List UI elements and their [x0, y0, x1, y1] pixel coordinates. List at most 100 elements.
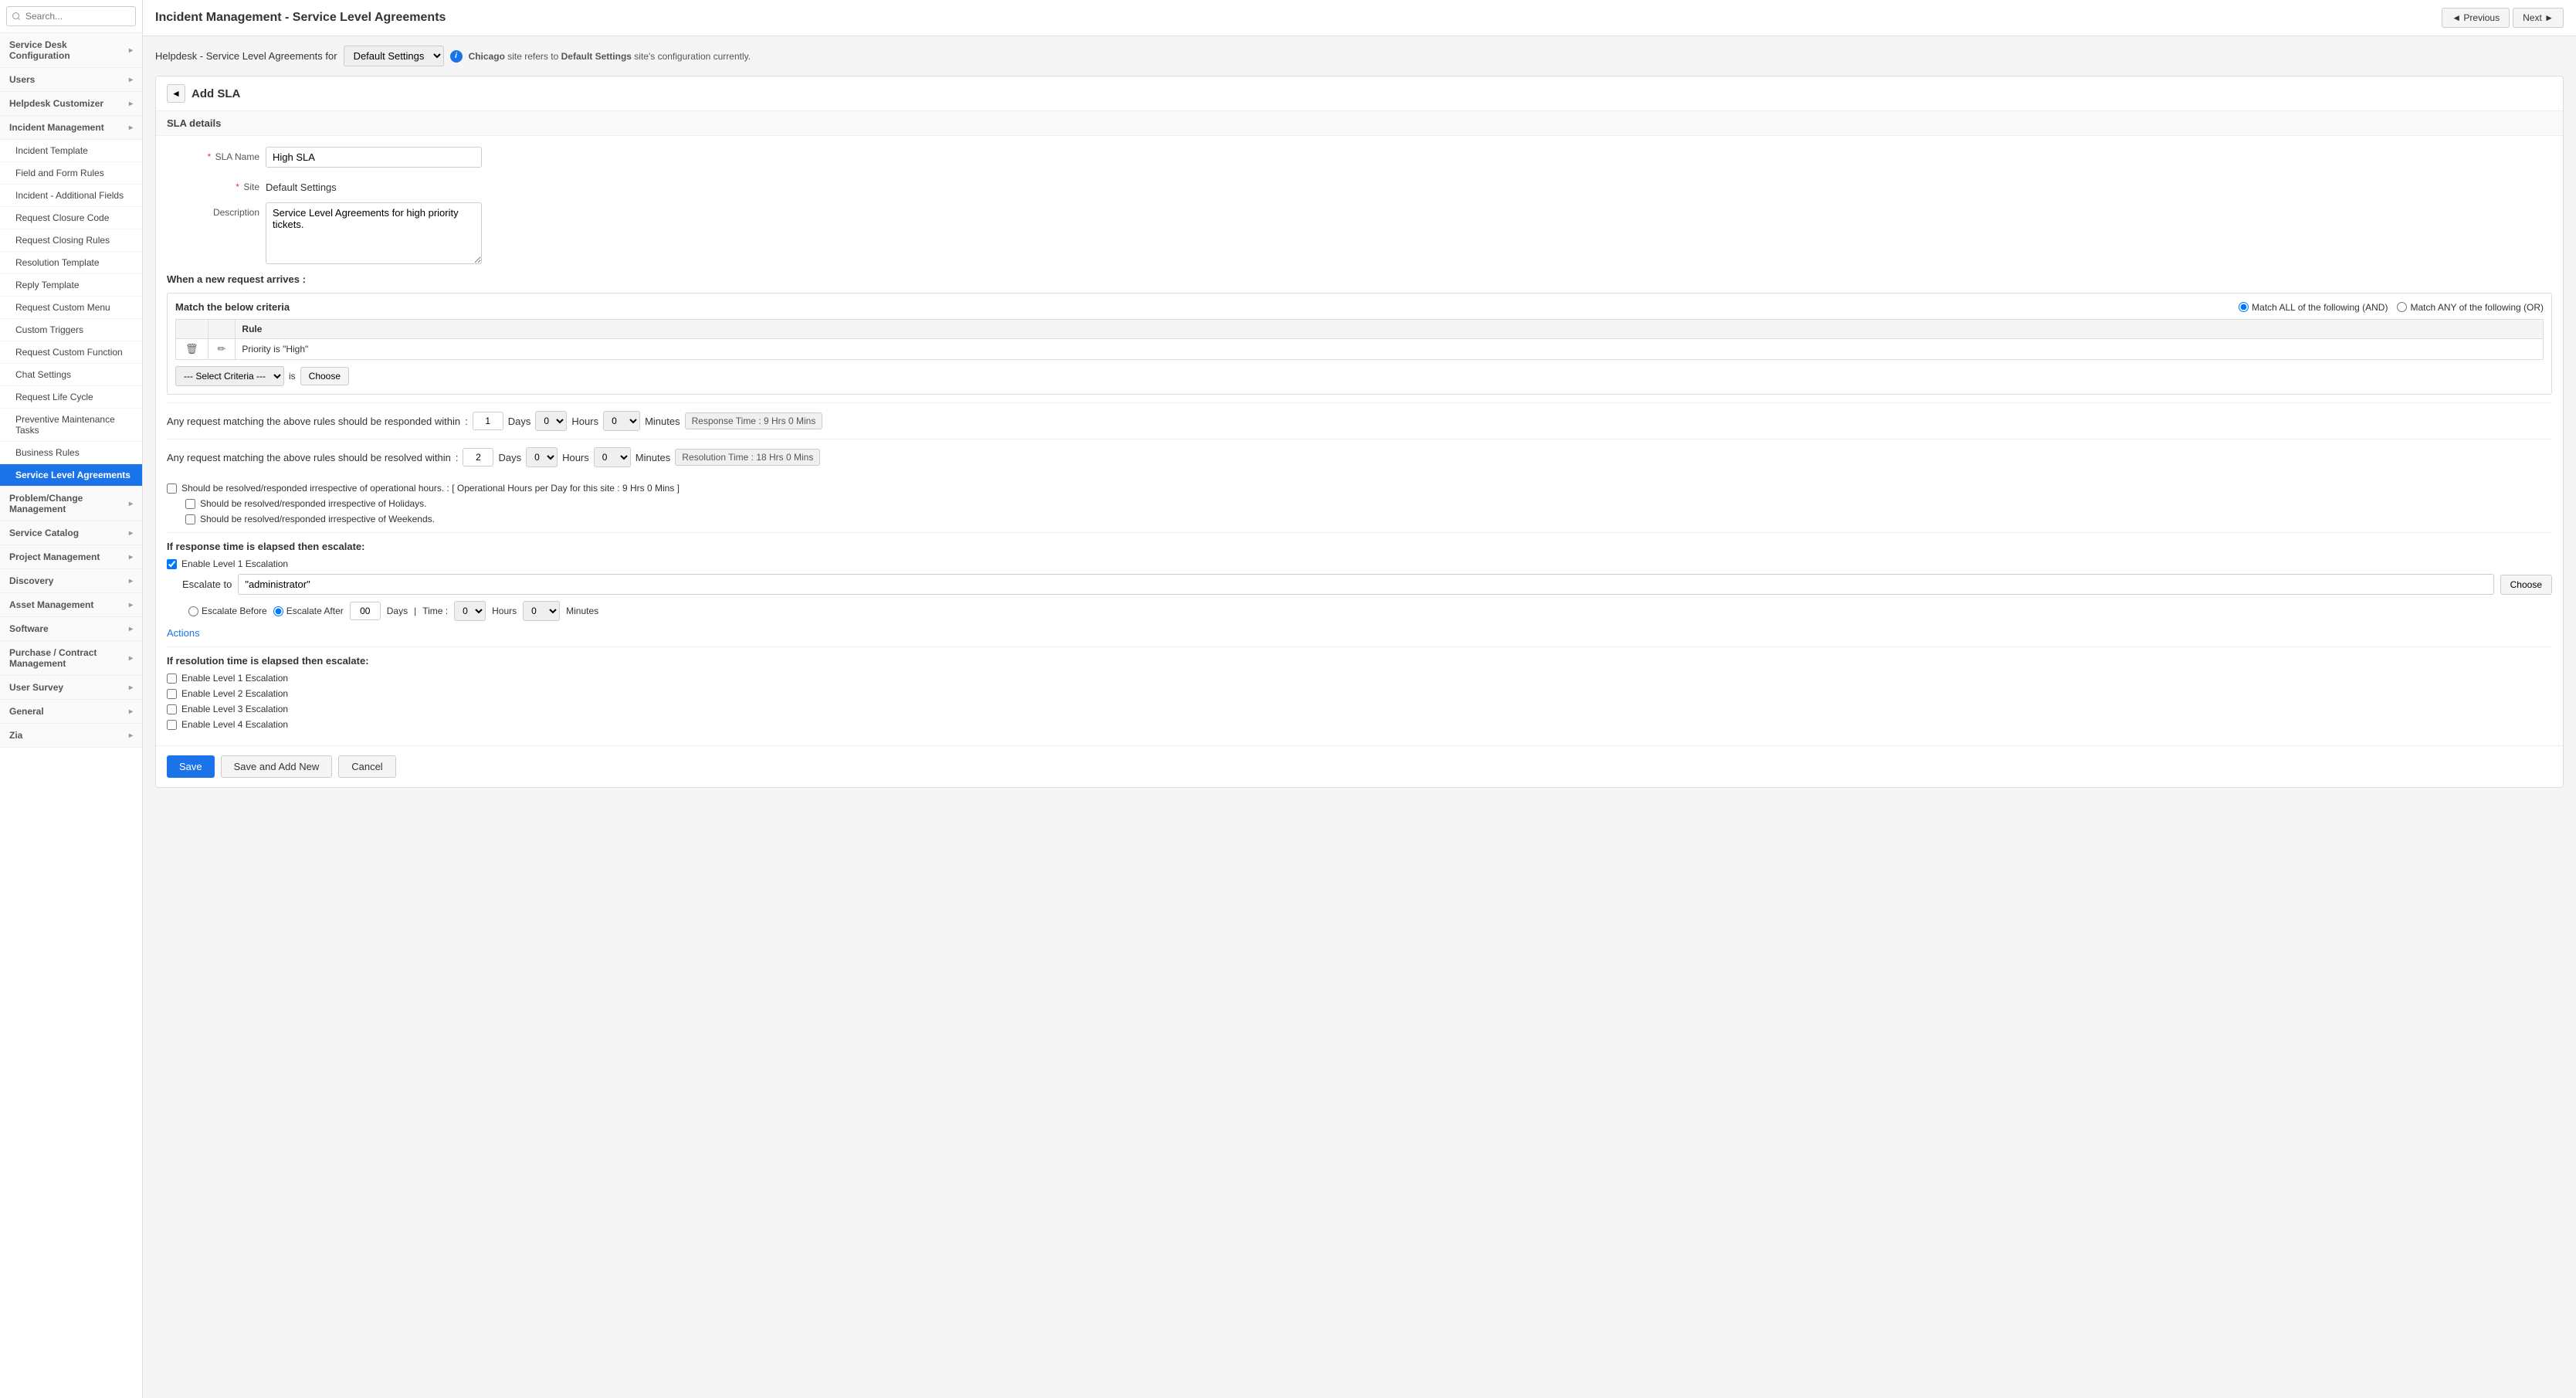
sidebar-subitem-request-custom-menu[interactable]: Request Custom Menu — [0, 297, 142, 319]
escalate-after-label[interactable]: Escalate After — [273, 606, 344, 616]
criteria-header: Match the below criteria Match ALL of th… — [175, 301, 2544, 313]
criteria-col2 — [208, 320, 236, 339]
sidebar-subitem-request-custom-function[interactable]: Request Custom Function — [0, 341, 142, 364]
sidebar-item-general[interactable]: General▸ — [0, 700, 142, 724]
holidays-checkbox[interactable] — [185, 499, 195, 509]
sidebar-subitem-label-resolution-template: Resolution Template — [15, 257, 100, 268]
enable-level3-resolution-checkbox[interactable] — [167, 704, 177, 714]
enable-level3-resolution-row: Enable Level 3 Escalation — [167, 704, 2552, 714]
enable-level1-resolution-checkbox[interactable] — [167, 674, 177, 684]
escalate-choose-button[interactable]: Choose — [2500, 575, 2552, 595]
sidebar-item-project-management[interactable]: Project Management▸ — [0, 545, 142, 569]
page-title: Incident Management - Service Level Agre… — [155, 11, 446, 25]
respond-days-input[interactable] — [473, 412, 503, 430]
criteria-edit-icon[interactable]: ✏ — [208, 339, 236, 360]
escalate-to-input[interactable] — [238, 574, 2493, 595]
choose-button[interactable]: Choose — [300, 367, 349, 385]
sidebar-subitem-preventive-maintenance-tasks[interactable]: Preventive Maintenance Tasks — [0, 409, 142, 442]
sidebar-subitem-label-preventive-maintenance-tasks: Preventive Maintenance Tasks — [15, 414, 115, 436]
match-all-label[interactable]: Match ALL of the following (AND) — [2239, 302, 2388, 313]
sidebar-subitem-resolution-template[interactable]: Resolution Template — [0, 252, 142, 274]
resolve-days-input[interactable] — [463, 448, 493, 467]
add-sla-title: Add SLA — [192, 87, 240, 100]
sidebar-subitem-service-level-agreements[interactable]: Service Level Agreements — [0, 464, 142, 487]
chevron-icon: ▸ — [129, 707, 133, 716]
respond-minutes-select[interactable]: 0153045 — [603, 411, 640, 431]
criteria-section: Match the below criteria Match ALL of th… — [167, 293, 2552, 395]
sidebar-subitem-label-field-form-rules: Field and Form Rules — [15, 168, 104, 178]
previous-button[interactable]: ◄ Previous — [2442, 8, 2510, 28]
sidebar-subitem-custom-triggers[interactable]: Custom Triggers — [0, 319, 142, 341]
site-dropdown[interactable]: Default Settings — [344, 46, 444, 66]
edit-icon[interactable]: ✏ — [215, 341, 229, 356]
sidebar-subitem-incident-template[interactable]: Incident Template — [0, 140, 142, 162]
search-input[interactable] — [6, 6, 136, 26]
sidebar-item-label-zia: Zia — [9, 730, 22, 741]
select-criteria-dropdown[interactable]: --- Select Criteria --- — [175, 366, 284, 386]
sidebar-subitem-request-life-cycle[interactable]: Request Life Cycle — [0, 386, 142, 409]
description-textarea[interactable]: Service Level Agreements for high priori… — [266, 202, 482, 264]
enable-level1-response-label: Enable Level 1 Escalation — [181, 558, 288, 569]
is-label: is — [289, 371, 296, 382]
sidebar-subitem-label-request-custom-menu: Request Custom Menu — [15, 302, 110, 313]
escalate-after-radio[interactable] — [273, 606, 283, 616]
response-escalation-section: If response time is elapsed then escalat… — [167, 532, 2552, 646]
sidebar-item-asset-management[interactable]: Asset Management▸ — [0, 593, 142, 617]
sidebar-item-problem-change-management[interactable]: Problem/Change Management▸ — [0, 487, 142, 521]
sidebar-item-service-catalog[interactable]: Service Catalog▸ — [0, 521, 142, 545]
enable-level4-resolution-checkbox[interactable] — [167, 720, 177, 730]
enable-level1-response-checkbox[interactable] — [167, 559, 177, 569]
chevron-icon: ▸ — [129, 76, 133, 84]
match-any-label[interactable]: Match ANY of the following (OR) — [2397, 302, 2544, 313]
save-and-add-new-button[interactable]: Save and Add New — [221, 755, 333, 778]
enable-level2-resolution-label: Enable Level 2 Escalation — [181, 688, 288, 699]
resolve-minutes-select[interactable]: 0153045 — [594, 447, 631, 467]
sidebar-item-purchase-contract[interactable]: Purchase / Contract Management▸ — [0, 641, 142, 676]
sidebar-subitem-request-closure-code[interactable]: Request Closure Code — [0, 207, 142, 229]
sidebar-item-label-purchase-contract: Purchase / Contract Management — [9, 647, 129, 669]
sidebar-item-incident-management[interactable]: Incident Management▸ — [0, 116, 142, 140]
sidebar-item-service-desk-config[interactable]: Service Desk Configuration▸ — [0, 33, 142, 68]
sidebar-item-label-users: Users — [9, 74, 35, 85]
sidebar-subitem-business-rules[interactable]: Business Rules — [0, 442, 142, 464]
sidebar-item-users[interactable]: Users ▸ — [0, 68, 142, 92]
sidebar-subitem-incident-additional-fields[interactable]: Incident - Additional Fields — [0, 185, 142, 207]
sla-name-input[interactable] — [266, 147, 482, 168]
escalate-before-label[interactable]: Escalate Before — [188, 606, 267, 616]
info-icon: i — [450, 50, 463, 63]
enable-level1-response-row: Enable Level 1 Escalation — [167, 558, 2552, 569]
sidebar-item-software[interactable]: Software▸ — [0, 617, 142, 641]
enable-level2-resolution-checkbox[interactable] — [167, 689, 177, 699]
match-any-radio[interactable] — [2397, 302, 2407, 312]
save-button[interactable]: Save — [167, 755, 215, 778]
sidebar-item-helpdesk-customizer[interactable]: Helpdesk Customizer▸ — [0, 92, 142, 116]
cancel-button[interactable]: Cancel — [338, 755, 395, 778]
sidebar-item-label-service-catalog: Service Catalog — [9, 528, 79, 538]
sidebar-subitem-reply-template[interactable]: Reply Template — [0, 274, 142, 297]
delete-icon[interactable]: 🗑 — [182, 341, 202, 356]
info-text: Chicago site refers to Default Settings … — [469, 51, 751, 62]
escalate-minutes-select[interactable]: 01530 — [523, 601, 560, 621]
sidebar-subitem-request-closing-rules[interactable]: Request Closing Rules — [0, 229, 142, 252]
escalate-days-input[interactable] — [350, 602, 381, 620]
chevron-icon: ▸ — [129, 654, 133, 663]
back-button[interactable]: ◄ — [167, 84, 185, 103]
resolve-hours-select[interactable]: 0123 — [526, 447, 558, 467]
sidebar-subitem-chat-settings[interactable]: Chat Settings — [0, 364, 142, 386]
sidebar-item-zia[interactable]: Zia▸ — [0, 724, 142, 748]
sla-name-required-indicator: * — [208, 151, 212, 162]
match-all-radio[interactable] — [2239, 302, 2249, 312]
escalate-before-radio[interactable] — [188, 606, 198, 616]
next-button[interactable]: Next ► — [2513, 8, 2564, 28]
site-required-indicator: * — [236, 182, 239, 192]
respond-label: Any request matching the above rules sho… — [167, 416, 460, 427]
sidebar-subitem-field-form-rules[interactable]: Field and Form Rules — [0, 162, 142, 185]
escalate-hours-select[interactable]: 012 — [454, 601, 486, 621]
criteria-delete-icon[interactable]: 🗑 — [176, 339, 208, 360]
sidebar-item-discovery[interactable]: Discovery▸ — [0, 569, 142, 593]
respond-hours-select[interactable]: 0123 — [535, 411, 567, 431]
sidebar-item-user-survey[interactable]: User Survey▸ — [0, 676, 142, 700]
weekends-checkbox[interactable] — [185, 514, 195, 524]
actions-link[interactable]: Actions — [167, 627, 200, 639]
operational-hours-checkbox[interactable] — [167, 484, 177, 494]
